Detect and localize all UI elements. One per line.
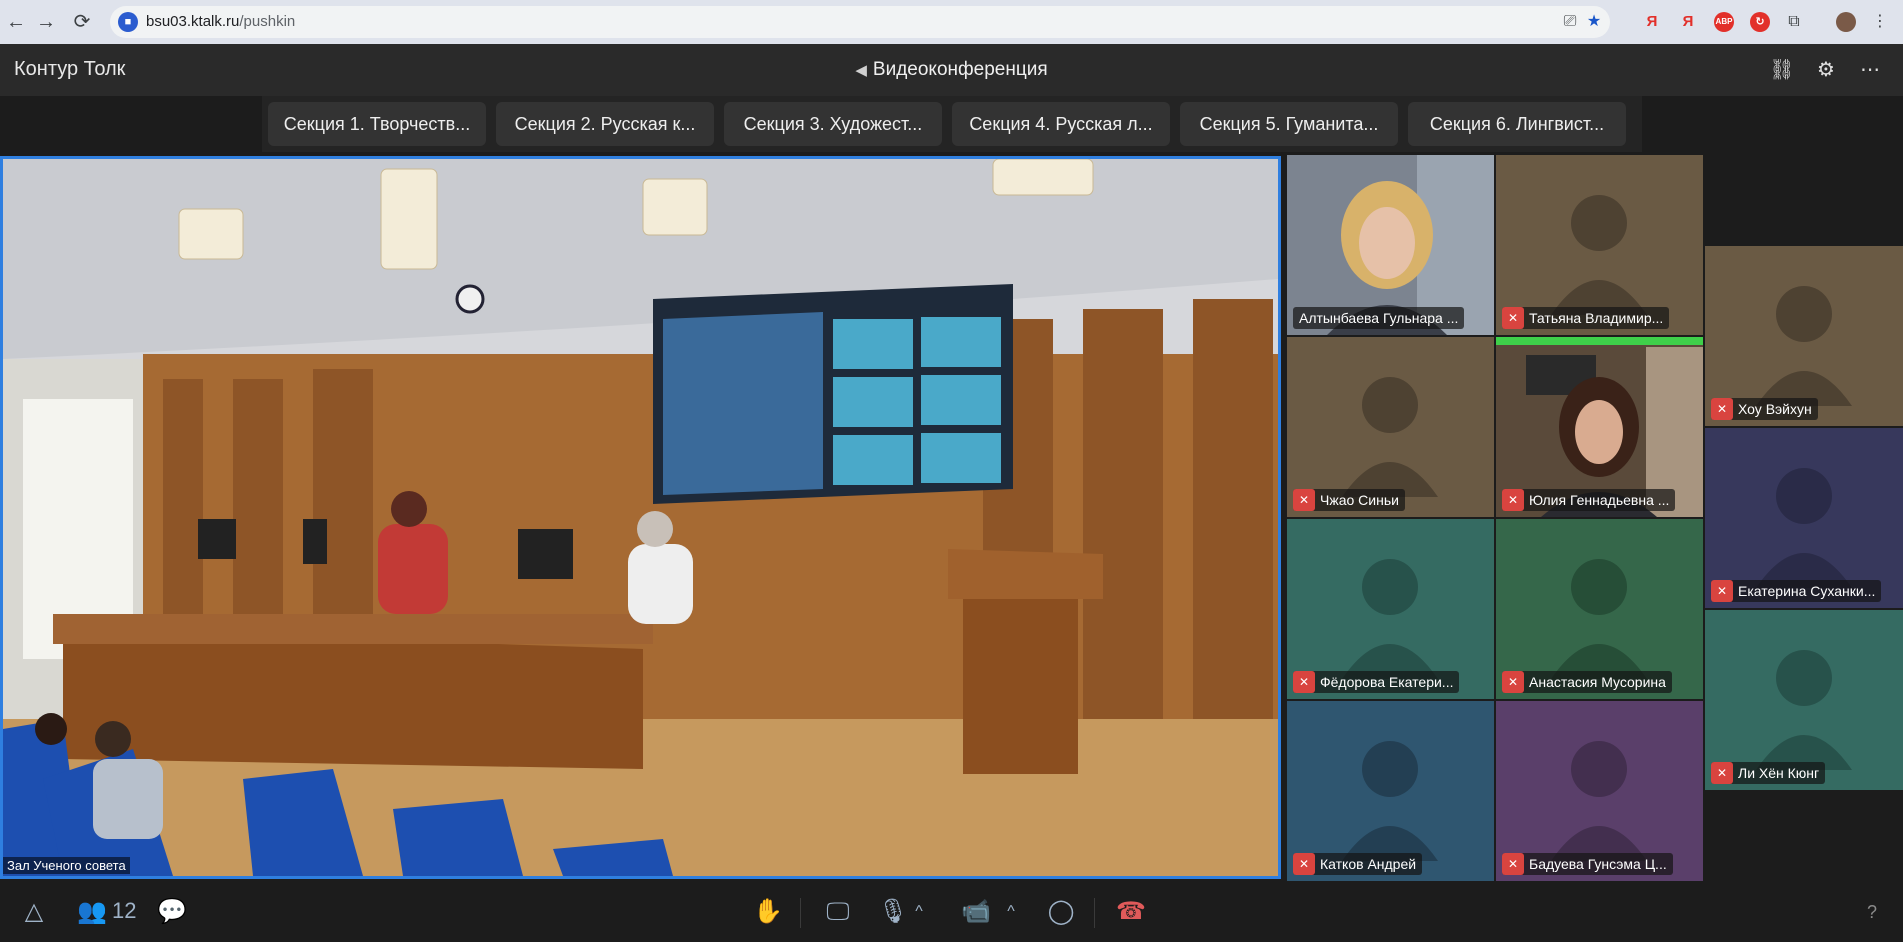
participant-nameplate-6: ✕ Екатерина Суханки... [1711, 580, 1882, 602]
participant-tile-4[interactable]: ✕ Чжао Синьи [1287, 337, 1494, 517]
conference-title-text: Видеоконференция [872, 59, 1048, 80]
main-video-label: Зал Ученого совета [3, 857, 130, 874]
camera-icon[interactable]: 📹 [960, 894, 992, 930]
participant-nameplate-5: ✕ Юлия Геннадьевна ... [1502, 489, 1676, 511]
participant-name: Хоу Вэйхун [1738, 401, 1812, 417]
participants-icon[interactable]: 👥 [74, 894, 110, 930]
participant-name: Юлия Геннадьевна ... [1529, 492, 1670, 508]
tab-section-3[interactable]: Секция 3. Художест... [724, 102, 942, 146]
link-icon[interactable]: ⛓ [1768, 56, 1796, 84]
tab-section-6[interactable]: Секция 6. Лингвист... [1408, 102, 1626, 146]
conference-hall-scene [3, 159, 1278, 876]
muted-mic-icon: ✕ [1293, 853, 1315, 875]
participants-count[interactable]: 12 [112, 898, 136, 924]
app-header: Контур Толк ◀ Видеоконференция ⛓ ⚙ ⋯ [0, 44, 1903, 96]
settings-gear-icon[interactable]: ⚙ [1812, 56, 1840, 84]
screen-share-icon[interactable]: 🖵 [820, 894, 856, 930]
adblock-extension-icon[interactable]: ABP [1714, 12, 1734, 32]
participant-tile-6[interactable]: ✕ Екатерина Суханки... [1705, 428, 1903, 608]
participant-nameplate-10: ✕ Катков Андрей [1293, 853, 1423, 875]
participant-tile-7[interactable]: ✕ Фёдорова Екатери... [1287, 519, 1494, 699]
participant-name: Чжао Синьи [1320, 492, 1399, 508]
tab-section-1[interactable]: Секция 1. Творчеств... [268, 102, 486, 146]
participant-name: Алтынбаева Гульнара ... [1299, 310, 1459, 326]
toolbar-divider [800, 898, 801, 928]
conference-title: ◀ Видеоконференция [0, 59, 1903, 81]
toolbar-divider [1094, 898, 1095, 928]
help-icon[interactable]: ? [1858, 894, 1886, 930]
participant-nameplate-11: ✕ Бадуева Гунсэма Ц... [1502, 853, 1673, 875]
tab-section-4[interactable]: Секция 4. Русская л... [952, 102, 1170, 146]
participant-nameplate-4: ✕ Чжао Синьи [1293, 489, 1405, 511]
tab-section-5[interactable]: Секция 5. Гуманита... [1180, 102, 1398, 146]
tab-section-2[interactable]: Секция 2. Русская к... [496, 102, 714, 146]
bookmark-star-icon[interactable]: ★ [1584, 12, 1604, 32]
megaphone-icon: ◀ [855, 62, 867, 79]
muted-mic-icon: ✕ [1502, 489, 1524, 511]
shapes-icon[interactable]: △ [18, 894, 50, 930]
muted-mic-icon: ✕ [1711, 398, 1733, 420]
participant-nameplate-2: ✕ Татьяна Владимир... [1502, 307, 1670, 329]
participant-name: Бадуева Гунсэма Ц... [1529, 856, 1667, 872]
more-options-icon[interactable]: ⋯ [1856, 56, 1884, 84]
participant-name: Фёдорова Екатери... [1320, 674, 1454, 690]
participant-tile-3[interactable]: ✕ Хоу Вэйхун [1705, 246, 1903, 426]
muted-mic-icon: ✕ [1502, 307, 1524, 329]
participant-nameplate-8: ✕ Анастасия Мусорина [1502, 671, 1672, 693]
browser-menu-icon[interactable]: ⋮ [1870, 12, 1890, 32]
muted-mic-icon: ✕ [1711, 580, 1733, 602]
participant-nameplate-7: ✕ Фёдорова Екатери... [1293, 671, 1460, 693]
participant-nameplate-3: ✕ Хоу Вэйхун [1711, 398, 1818, 420]
mic-options-chevron-icon[interactable]: ^ [910, 894, 928, 930]
raise-hand-icon[interactable]: ✋ [752, 894, 784, 930]
muted-mic-icon: ✕ [1502, 671, 1524, 693]
record-icon[interactable]: ◯ [1046, 894, 1076, 930]
extensions-puzzle-icon[interactable]: ⧉ [1784, 12, 1804, 32]
participant-tile-8[interactable]: ✕ Анастасия Мусорина [1496, 519, 1703, 699]
participant-nameplate-1: Алтынбаева Гульнара ... [1293, 307, 1465, 329]
profile-avatar-icon[interactable] [1836, 12, 1856, 32]
participant-name: Анастасия Мусорина [1529, 674, 1666, 690]
main-video-feed[interactable]: Зал Ученого совета [0, 156, 1281, 879]
sections-bar: Секция 1. Творчеств... Секция 2. Русская… [0, 96, 1903, 152]
muted-mic-icon: ✕ [1502, 853, 1524, 875]
participant-tile-1[interactable]: Алтынбаева Гульнара ... [1287, 155, 1494, 335]
back-icon[interactable]: ← [4, 10, 28, 34]
yandex-extension-2-icon[interactable]: Я [1678, 12, 1698, 32]
participant-tile-2[interactable]: ✕ Татьяна Владимир... [1496, 155, 1703, 335]
participant-tile-11[interactable]: ✕ Бадуева Гунсэма Ц... [1496, 701, 1703, 881]
participant-tile-5[interactable]: ✕ Юлия Геннадьевна ... [1496, 337, 1703, 517]
participant-tile-10[interactable]: ✕ Катков Андрей [1287, 701, 1494, 881]
yandex-extension-icon[interactable]: Я [1642, 12, 1662, 32]
reload-icon[interactable]: ⟳ [70, 10, 94, 34]
microphone-icon[interactable]: 🎙 [878, 894, 908, 930]
muted-mic-icon: ✕ [1293, 489, 1315, 511]
participant-name: Татьяна Владимир... [1529, 310, 1664, 326]
forward-icon[interactable]: → [34, 10, 58, 34]
participant-name: Екатерина Суханки... [1738, 583, 1876, 599]
url-host: bsu03.ktalk.ru [146, 13, 240, 30]
chat-icon[interactable]: 💬 [156, 894, 188, 930]
participant-name: Ли Хён Кюнг [1738, 765, 1820, 781]
camera-options-chevron-icon[interactable]: ^ [1002, 894, 1020, 930]
participant-name: Катков Андрей [1320, 856, 1417, 872]
participant-nameplate-9: ✕ Ли Хён Кюнг [1711, 762, 1826, 784]
url-text[interactable]: bsu03.ktalk.ru/pushkin [146, 13, 295, 30]
muted-mic-icon: ✕ [1293, 671, 1315, 693]
url-path: /pushkin [239, 13, 296, 30]
site-camera-icon: ■ [118, 12, 138, 32]
hang-up-icon[interactable]: ☎ [1114, 894, 1148, 930]
muted-mic-icon: ✕ [1711, 762, 1733, 784]
participant-tile-9[interactable]: ✕ Ли Хён Кюнг [1705, 610, 1903, 790]
call-toolbar: △ 👥 12 💬 ✋ 🖵 🎙 ^ 📹 ^ ◯ ☎ ? [0, 884, 1903, 942]
sync-extension-icon[interactable]: ↻ [1750, 12, 1770, 32]
sections-tabs: Секция 1. Творчеств... Секция 2. Русская… [262, 96, 1642, 152]
browser-chrome: ← → ⟳ ■ bsu03.ktalk.ru/pushkin ⎚ ★ Я Я A… [0, 0, 1903, 44]
address-bar[interactable]: ■ bsu03.ktalk.ru/pushkin ⎚ ★ [110, 6, 1610, 38]
install-app-icon[interactable]: ⎚ [1560, 12, 1580, 32]
